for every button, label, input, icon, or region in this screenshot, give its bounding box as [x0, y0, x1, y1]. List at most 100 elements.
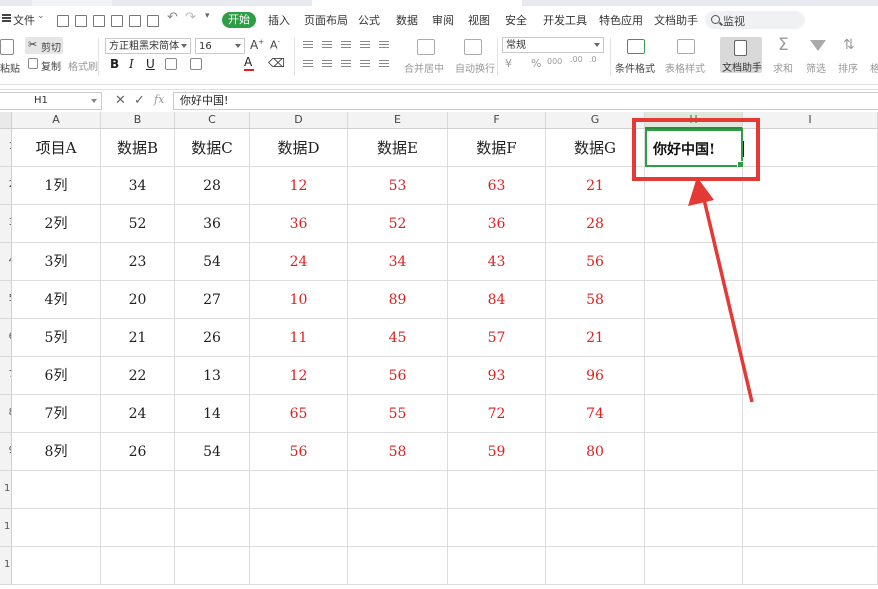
- table-style-icon[interactable]: [677, 39, 695, 54]
- cell-e9[interactable]: 58: [348, 433, 448, 471]
- row-header-9[interactable]: 9: [0, 433, 12, 471]
- cell-f1[interactable]: 数据F: [448, 129, 546, 167]
- cell-a9[interactable]: 8列: [12, 433, 101, 471]
- name-box[interactable]: H1: [0, 92, 102, 110]
- paste-icon[interactable]: [0, 39, 14, 55]
- cell-c5[interactable]: 27: [175, 281, 250, 319]
- cell-h7[interactable]: [645, 357, 743, 395]
- align-middle-icon[interactable]: [322, 41, 332, 42]
- tab-doc-assistant[interactable]: 文档助手: [654, 12, 698, 28]
- redo-icon[interactable]: ↷: [185, 10, 196, 25]
- decrease-decimal-icon[interactable]: .0: [589, 55, 597, 64]
- cell-d2[interactable]: 12: [250, 167, 348, 205]
- conditional-format-label[interactable]: 条件格式: [615, 60, 655, 75]
- undo-icon[interactable]: ↶: [167, 10, 178, 25]
- sort-label[interactable]: 排序: [838, 60, 858, 75]
- cell-d1[interactable]: 数据D: [250, 129, 348, 167]
- cell-c11[interactable]: [175, 509, 250, 547]
- copy-label[interactable]: 复制: [41, 58, 61, 73]
- tab-view[interactable]: 视图: [468, 12, 490, 28]
- cell-h5[interactable]: [645, 281, 743, 319]
- cell-c7[interactable]: 13: [175, 357, 250, 395]
- search-box[interactable]: 监视: [705, 11, 805, 29]
- cell-f9[interactable]: 59: [448, 433, 546, 471]
- row-header-6[interactable]: 6: [0, 319, 12, 357]
- cell-f5[interactable]: 84: [448, 281, 546, 319]
- merge-center-label[interactable]: 合并居中: [404, 60, 444, 75]
- cell-g6[interactable]: 21: [546, 319, 645, 357]
- cell-g5[interactable]: 58: [546, 281, 645, 319]
- cell-i3[interactable]: [743, 205, 878, 243]
- tab-security[interactable]: 安全: [505, 12, 527, 28]
- cell-c12[interactable]: [175, 547, 250, 585]
- cell-b4[interactable]: 23: [101, 243, 175, 281]
- cell-a7[interactable]: 6列: [12, 357, 101, 395]
- cell-i4[interactable]: [743, 243, 878, 281]
- cell-e6[interactable]: 45: [348, 319, 448, 357]
- decrease-font-icon[interactable]: A-: [270, 38, 280, 52]
- cell-c10[interactable]: [175, 471, 250, 509]
- cell-c8[interactable]: 14: [175, 395, 250, 433]
- column-header-f[interactable]: F: [448, 112, 546, 129]
- number-format-select[interactable]: 常规: [502, 37, 604, 53]
- cell-e11[interactable]: [348, 509, 448, 547]
- wrap-text-label[interactable]: 自动换行: [455, 60, 495, 75]
- cell-b1[interactable]: 数据B: [101, 129, 175, 167]
- cell-a3[interactable]: 2列: [12, 205, 101, 243]
- cell-e4[interactable]: 34: [348, 243, 448, 281]
- tab-insert[interactable]: 插入: [268, 12, 290, 28]
- cell-f4[interactable]: 43: [448, 243, 546, 281]
- cell-b9[interactable]: 26: [101, 433, 175, 471]
- save-icon[interactable]: [93, 15, 105, 27]
- cell-c1[interactable]: 数据C: [175, 129, 250, 167]
- table-style-label[interactable]: 表格样式: [665, 60, 705, 75]
- tab-data[interactable]: 数据: [396, 12, 418, 28]
- cell-b7[interactable]: 22: [101, 357, 175, 395]
- cell-a12[interactable]: [12, 547, 101, 585]
- cell-i6[interactable]: [743, 319, 878, 357]
- cell-f3[interactable]: 36: [448, 205, 546, 243]
- filter-icon[interactable]: [810, 40, 826, 51]
- cell-c9[interactable]: 54: [175, 433, 250, 471]
- cancel-icon[interactable]: ✕: [115, 93, 126, 108]
- cell-d7[interactable]: 12: [250, 357, 348, 395]
- column-header-c[interactable]: C: [175, 112, 250, 129]
- cell-h10[interactable]: [645, 471, 743, 509]
- cell-f8[interactable]: 72: [448, 395, 546, 433]
- borders-icon[interactable]: [165, 58, 177, 70]
- italic-button[interactable]: I: [129, 57, 134, 71]
- cell-e1[interactable]: 数据E: [348, 129, 448, 167]
- cell-i10[interactable]: [743, 471, 878, 509]
- cell-a11[interactable]: [12, 509, 101, 547]
- confirm-icon[interactable]: ✓: [134, 93, 145, 108]
- cell-e12[interactable]: [348, 547, 448, 585]
- cell-e5[interactable]: 89: [348, 281, 448, 319]
- row-header-11[interactable]: 11: [0, 509, 12, 547]
- cell-d10[interactable]: [250, 471, 348, 509]
- tab-developer[interactable]: 开发工具: [543, 12, 587, 28]
- cell-f7[interactable]: 93: [448, 357, 546, 395]
- column-header-e[interactable]: E: [348, 112, 448, 129]
- cell-b10[interactable]: [101, 471, 175, 509]
- cell-g4[interactable]: 56: [546, 243, 645, 281]
- cell-i5[interactable]: [743, 281, 878, 319]
- cut-button[interactable]: ✂ 剪切: [25, 37, 63, 54]
- format-more-label[interactable]: 格: [870, 60, 878, 75]
- cell-g11[interactable]: [546, 509, 645, 547]
- column-header-d[interactable]: D: [250, 112, 348, 129]
- cell-f6[interactable]: 57: [448, 319, 546, 357]
- cell-c4[interactable]: 54: [175, 243, 250, 281]
- cell-h4[interactable]: [645, 243, 743, 281]
- sum-label[interactable]: 求和: [773, 60, 793, 75]
- cell-a5[interactable]: 4列: [12, 281, 101, 319]
- cell-g2[interactable]: 21: [546, 167, 645, 205]
- cell-i11[interactable]: [743, 509, 878, 547]
- cell-d5[interactable]: 10: [250, 281, 348, 319]
- cell-b2[interactable]: 34: [101, 167, 175, 205]
- conditional-format-icon[interactable]: [627, 39, 645, 54]
- page-preview-icon[interactable]: [147, 15, 159, 27]
- font-color-button[interactable]: A: [244, 55, 254, 71]
- tab-start[interactable]: 开始: [222, 12, 256, 28]
- align-center-icon[interactable]: [322, 60, 332, 61]
- cell-g12[interactable]: [546, 547, 645, 585]
